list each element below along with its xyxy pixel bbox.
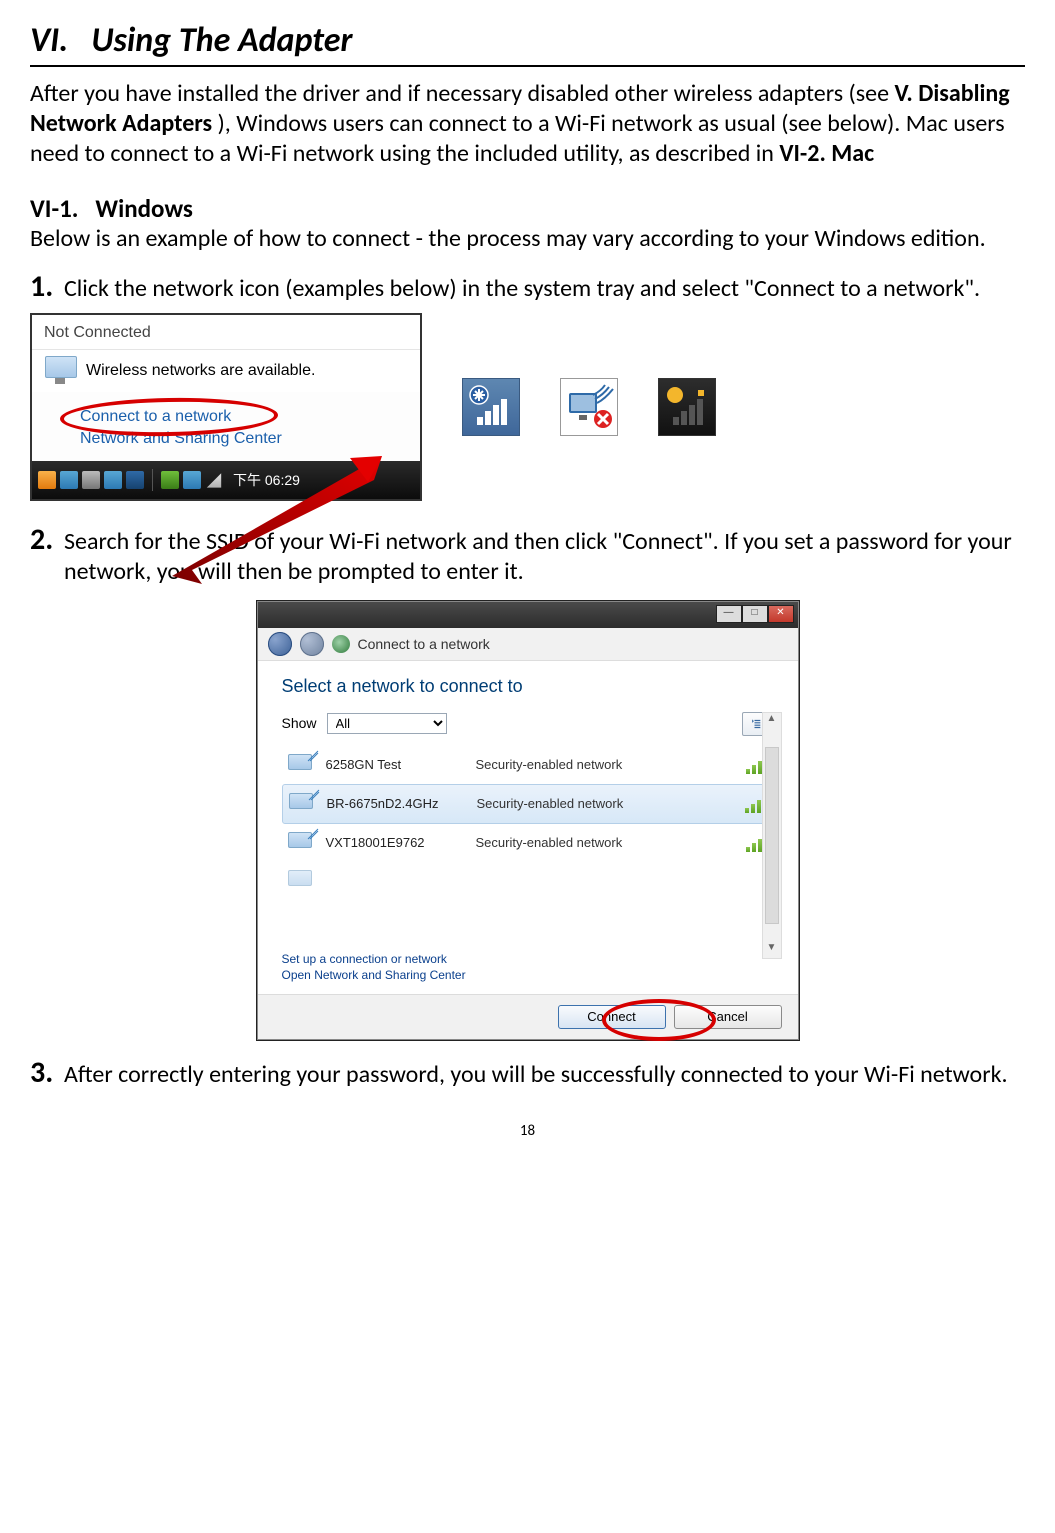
scroll-down-icon[interactable]: ▼ xyxy=(763,942,781,958)
dialog-content: Select a network to connect to Show All … xyxy=(258,661,798,1039)
step-text: Click the network icon (examples below) … xyxy=(60,268,1025,304)
dialog-title: Select a network to connect to xyxy=(282,675,774,698)
network-name: BR-6675nD2.4GHz xyxy=(327,796,467,812)
network-name: 6258GN Test xyxy=(326,757,466,773)
network-popup: Not Connected Wireless networks are avai… xyxy=(30,313,422,501)
subsection-number: VI-1. xyxy=(30,193,78,224)
step-text: After correctly entering your password, … xyxy=(60,1054,1025,1090)
monitor-x-icon[interactable] xyxy=(560,378,618,436)
nav-forward-button[interactable] xyxy=(300,632,324,656)
breadcrumb-text: Connect to a network xyxy=(358,636,490,654)
step-number: 3. xyxy=(30,1054,60,1092)
dialog-titlebar: — □ ✕ xyxy=(258,602,798,628)
intro-text: After you have installed the driver and … xyxy=(30,79,895,108)
tray-app-icon[interactable] xyxy=(126,471,144,489)
step-2: 2. Search for the SSID of your Wi-Fi net… xyxy=(30,521,1025,587)
step-text: Search for the SSID of your Wi-Fi networ… xyxy=(60,521,1025,587)
popup-status: Not Connected xyxy=(32,315,420,350)
network-icon xyxy=(288,754,316,776)
dialog-button-bar: Connect Cancel xyxy=(258,994,798,1039)
section-number: VI. xyxy=(30,20,68,61)
monitor-icon xyxy=(42,356,78,386)
popup-available-row: Wireless networks are available. xyxy=(32,350,420,392)
scrollbar[interactable]: ▲ ▼ xyxy=(762,712,782,959)
show-filter-row: Show All xyxy=(282,712,774,736)
subsection-heading: VI-1. Windows xyxy=(30,193,1025,224)
tray-app-icon[interactable] xyxy=(104,471,122,489)
signal-warn-icon[interactable] xyxy=(658,378,716,436)
tray-icon-examples xyxy=(462,378,716,436)
step-1: 1. Click the network icon (examples belo… xyxy=(30,268,1025,306)
setup-connection-link[interactable]: Set up a connection or network xyxy=(282,951,466,967)
dialog-bottom-links: Set up a connection or network Open Netw… xyxy=(282,951,466,983)
scroll-up-icon[interactable]: ▲ xyxy=(763,713,781,729)
tray-app-icon[interactable] xyxy=(82,471,100,489)
page-number: 18 xyxy=(30,1122,1025,1141)
network-security: Security-enabled network xyxy=(477,796,735,812)
taskbar-clock: 下午 06:29 xyxy=(233,472,300,490)
maximize-button[interactable]: □ xyxy=(742,605,768,623)
subsection-title: Windows xyxy=(95,193,192,224)
tray-network-icon[interactable] xyxy=(205,471,223,489)
figure-1: Not Connected Wireless networks are avai… xyxy=(30,313,1025,501)
step-number: 2. xyxy=(30,521,60,559)
network-icon xyxy=(288,870,316,892)
network-row[interactable]: 6258GN Test Security-enabled network xyxy=(282,746,774,784)
intro-paragraph: After you have installed the driver and … xyxy=(30,79,1025,169)
tray-app-icon[interactable] xyxy=(60,471,78,489)
open-sharing-center-link[interactable]: Open Network and Sharing Center xyxy=(282,967,466,983)
subsection-lead: Below is an example of how to connect - … xyxy=(30,224,1025,254)
network-icon xyxy=(288,832,316,854)
red-highlight-oval xyxy=(602,999,716,1041)
intro-bold-ref: VI-2. Mac xyxy=(779,139,874,168)
network-name: VXT18001E9762 xyxy=(326,835,466,851)
nav-back-button[interactable] xyxy=(268,632,292,656)
tray-app-icon[interactable] xyxy=(38,471,56,489)
tray-app-icon[interactable] xyxy=(161,471,179,489)
show-label: Show xyxy=(282,715,317,733)
minimize-button[interactable]: — xyxy=(716,605,742,623)
step-number: 1. xyxy=(30,268,60,306)
scroll-thumb[interactable] xyxy=(765,747,779,924)
globe-icon xyxy=(332,635,350,653)
section-title: Using The Adapter xyxy=(91,20,352,61)
popup-available-text: Wireless networks are available. xyxy=(86,361,315,381)
section-heading: VI. Using The Adapter xyxy=(30,20,1025,63)
popup-links: Connect to a network Network and Sharing… xyxy=(32,392,420,461)
show-dropdown[interactable]: All xyxy=(327,713,447,734)
network-security: Security-enabled network xyxy=(476,835,736,851)
signal-asterisk-icon[interactable] xyxy=(462,378,520,436)
dialog-breadcrumb: Connect to a network xyxy=(258,628,798,661)
taskbar: 下午 06:29 xyxy=(32,461,420,499)
network-security: Security-enabled network xyxy=(476,757,736,773)
network-row[interactable]: VXT18001E9762 Security-enabled network xyxy=(282,824,774,862)
connect-network-dialog: — □ ✕ Connect to a network Select a netw… xyxy=(257,601,799,1040)
tray-divider xyxy=(152,469,153,491)
network-list: 6258GN Test Security-enabled network BR-… xyxy=(282,746,774,900)
network-row-partial[interactable] xyxy=(282,862,774,900)
close-button[interactable]: ✕ xyxy=(768,605,794,623)
step-3: 3. After correctly entering your passwor… xyxy=(30,1054,1025,1092)
network-row-selected[interactable]: BR-6675nD2.4GHz Security-enabled network xyxy=(282,784,774,824)
network-icon xyxy=(289,793,317,815)
tray-app-icon[interactable] xyxy=(183,471,201,489)
section-rule xyxy=(30,65,1025,67)
